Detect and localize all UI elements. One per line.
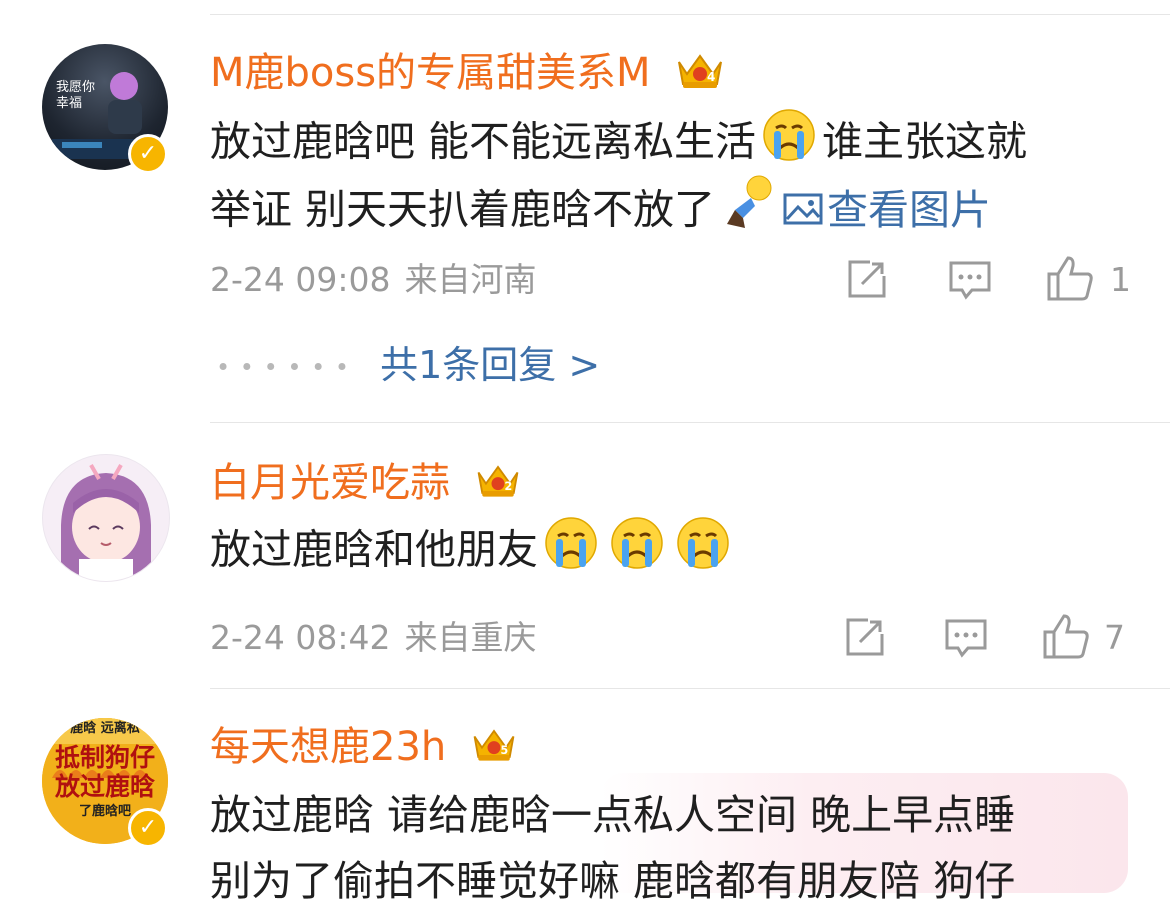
crown-icon: 5 bbox=[469, 722, 519, 776]
comment-text: 别为了偷拍不睡觉好嘛 鹿晗都有朋友陪 狗仔 bbox=[210, 857, 1016, 905]
comment-text: 放过鹿晗 请给鹿晗一点私人空间 晚上早点睡 bbox=[210, 791, 1016, 839]
username[interactable]: 白月光爱吃蒜 2 bbox=[210, 458, 523, 512]
location: 来自河南 bbox=[404, 260, 537, 299]
crown-icon: 2 bbox=[473, 458, 523, 512]
avatar-image bbox=[61, 464, 151, 581]
repost-icon[interactable] bbox=[846, 258, 888, 304]
comment-meta: 2-24 08:42 来自重庆 bbox=[210, 618, 537, 658]
view-replies-link[interactable]: • • • • • • 共1条回复 > bbox=[216, 340, 600, 393]
comment-icon[interactable] bbox=[944, 618, 988, 662]
view-image-link[interactable]: 查看图片 bbox=[783, 186, 991, 234]
repost-icon[interactable] bbox=[844, 616, 886, 662]
svg-text:4: 4 bbox=[707, 70, 715, 84]
crown-icon: 4 bbox=[673, 48, 727, 102]
timestamp: 2-24 09:08 bbox=[210, 260, 391, 299]
username[interactable]: M鹿boss的专属甜美系M 4 bbox=[210, 48, 727, 102]
comment-icon[interactable] bbox=[948, 260, 992, 304]
divider bbox=[210, 422, 1170, 423]
divider bbox=[210, 688, 1170, 689]
crying-emoji-icon bbox=[610, 516, 664, 589]
comment-meta: 2-24 09:08 来自河南 bbox=[210, 260, 537, 300]
thumbs-up-icon[interactable] bbox=[1046, 254, 1094, 306]
crying-emoji-icon bbox=[676, 516, 730, 589]
location: 来自重庆 bbox=[404, 618, 537, 657]
crying-emoji-icon bbox=[762, 108, 816, 181]
divider bbox=[210, 14, 1170, 15]
like-count: 1 bbox=[1110, 260, 1131, 299]
comment-text: 放过鹿晗和他朋友 bbox=[210, 516, 736, 589]
verified-badge-icon: ✓ bbox=[128, 134, 168, 174]
comment-text: 举证 别天天扒着鹿晗不放了 查看图片 bbox=[210, 174, 991, 251]
avatar-caption: 我愿你 幸福 bbox=[56, 80, 96, 111]
username[interactable]: 每天想鹿23h 5 bbox=[210, 722, 519, 776]
image-icon bbox=[783, 180, 823, 246]
avatar-caption: 鹿晗 远离私 抵制狗仔 放过鹿晗 了鹿晗吧 bbox=[54, 721, 155, 819]
svg-text:2: 2 bbox=[504, 480, 512, 493]
like-count: 7 bbox=[1104, 618, 1125, 657]
verified-badge-icon: ✓ bbox=[128, 808, 168, 848]
kneeling-emoji-icon bbox=[721, 174, 777, 251]
svg-text:5: 5 bbox=[500, 744, 508, 757]
avatar[interactable] bbox=[42, 454, 170, 582]
comment-text: 放过鹿晗吧 能不能远离私生活 谁主张这就 bbox=[210, 108, 1027, 181]
timestamp: 2-24 08:42 bbox=[210, 618, 391, 657]
thumbs-up-icon[interactable] bbox=[1042, 612, 1090, 664]
dots: • • • • • • bbox=[216, 353, 351, 382]
crying-emoji-icon bbox=[544, 516, 598, 589]
